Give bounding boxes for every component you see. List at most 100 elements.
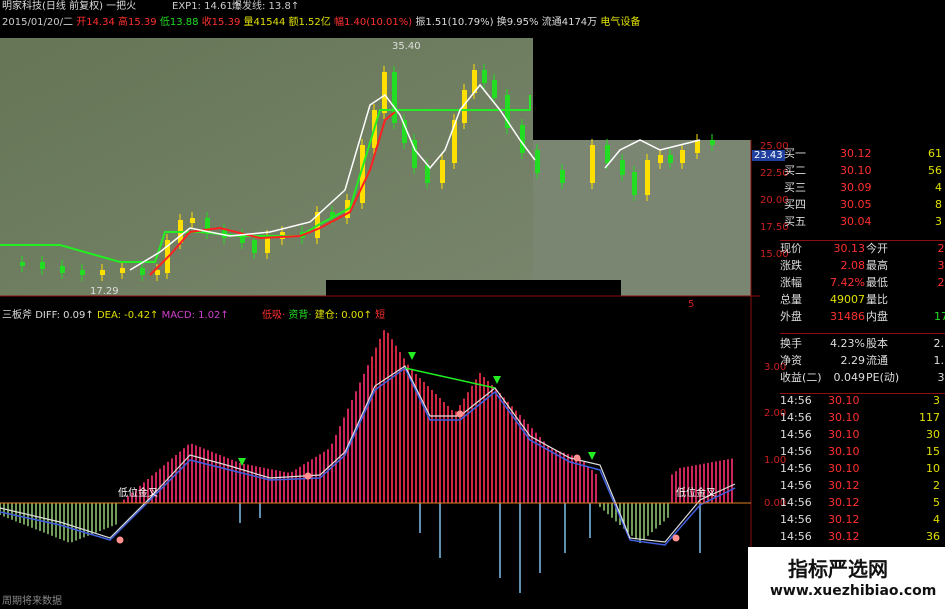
tick-volume: 2	[933, 479, 940, 492]
macd-indicator	[0, 330, 736, 593]
candle-body	[440, 160, 445, 183]
quote-panel: 买一 30.12 61 买二 30.10 56 买三 30.09 4 买四 30.05 8 买五 30.0…	[780, 145, 945, 609]
bid-volume: 3	[935, 215, 942, 228]
bottom-hint: 周期将来数据	[2, 596, 62, 607]
stat-label-2: 最低	[866, 276, 888, 289]
stat-row: 总量49007量比0.99	[780, 291, 945, 308]
candle-body	[520, 125, 525, 153]
fund-value: 0.049	[833, 371, 866, 384]
fund-row: 净资 2.29流通 1.16亿	[780, 352, 945, 369]
tick-volume: 5	[933, 496, 940, 509]
bid-price: 30.10	[840, 164, 872, 177]
candle-body	[535, 150, 540, 173]
macd-value: MACD: 1.02↑	[161, 310, 229, 321]
tick-row: 14:5630.1030S	[780, 426, 945, 443]
tick-row: 14:5630.1010S	[780, 460, 945, 477]
bid-row: 买三 30.09 4	[780, 179, 945, 196]
diff-value: DIFF: 0.09↑	[35, 310, 94, 321]
max-price-label: 35.40	[392, 41, 421, 52]
candle-body	[100, 270, 105, 275]
tick-time: 14:56	[780, 530, 812, 543]
bid-label: 买五	[784, 215, 806, 228]
tick-volume: 15	[926, 445, 940, 458]
min-price-label: 17.29	[90, 286, 119, 297]
bid-volume: 4	[935, 181, 942, 194]
candle-body	[632, 172, 637, 195]
candle-body	[668, 155, 673, 163]
candle-body	[40, 262, 45, 269]
candle-body	[20, 262, 25, 266]
tick-volume: 117	[919, 411, 940, 424]
stat-value: 31486	[830, 310, 865, 323]
candle-body	[80, 270, 85, 275]
cross-marker-icon	[304, 472, 312, 480]
tick-row: 14:5630.125B	[780, 494, 945, 511]
annotation-low-cross-2: 低位金叉	[676, 488, 716, 499]
tick-volume: 3	[933, 394, 940, 407]
tick-price: 30.12	[828, 530, 860, 543]
tick-time: 14:56	[780, 445, 812, 458]
legend-t1: 低吸·	[262, 310, 286, 321]
legend-t3: 建仓: 0.00↑	[314, 310, 372, 321]
price-panel-bg-right	[533, 140, 751, 296]
tick-time: 14:56	[780, 513, 812, 526]
divergence-line	[404, 367, 496, 389]
stat-label: 现价	[780, 242, 802, 255]
tick-time: 14:56	[780, 428, 812, 441]
bid-row: 买四 30.05 8	[780, 196, 945, 213]
stat-label-2: 今开	[866, 242, 888, 255]
cross-marker-icon	[573, 454, 581, 462]
fund-label: 净资	[780, 354, 802, 367]
legend-t4: 短	[375, 310, 386, 321]
tick-row: 14:5630.103B	[780, 392, 945, 409]
chart-canvas[interactable]	[0, 0, 760, 609]
bid-label: 买二	[784, 164, 806, 177]
stat-label-2: 内盘	[866, 310, 888, 323]
stat-label-2: 量比	[866, 293, 888, 306]
candle-body	[492, 80, 497, 98]
bid-label: 买四	[784, 198, 806, 211]
candle-body	[402, 120, 407, 143]
indicator-legend: 低吸· 资背· 建仓: 0.00↑ 短	[262, 310, 385, 322]
candle-body	[620, 160, 625, 175]
bid-row: 买一 30.12 61	[780, 145, 945, 162]
candle-body	[190, 218, 195, 223]
fund-label: 收益(二)	[780, 371, 822, 384]
candle-body	[482, 70, 487, 83]
fund-value: 2.29	[840, 354, 866, 367]
tick-price: 30.12	[828, 496, 860, 509]
candle-body	[710, 140, 715, 145]
fund-value-2: 2.18亿	[933, 337, 945, 350]
tick-price: 30.10	[828, 411, 860, 424]
tick-time: 14:56	[780, 479, 812, 492]
candle-body	[252, 240, 257, 253]
cross-marker-icon	[456, 410, 464, 418]
stat-value-2: 27.93	[937, 276, 945, 289]
stat-value-2: 17521	[934, 310, 945, 323]
tick-price: 30.12	[828, 479, 860, 492]
stat-label: 涨跌	[780, 259, 802, 272]
indicator-name: 三板斧	[2, 310, 32, 321]
legend-t2: 资背·	[288, 310, 312, 321]
tick-price: 30.10	[828, 462, 860, 475]
stat-row: 涨幅 7.42%最低 27.93	[780, 274, 945, 291]
tick-row: 14:5630.1236S	[780, 528, 945, 545]
candle-body	[60, 266, 65, 273]
tick-row: 14:5630.10117B	[780, 409, 945, 426]
bid-price: 30.05	[840, 198, 872, 211]
bid-row: 买二 30.10 56	[780, 162, 945, 179]
bid-volume: 56	[928, 164, 942, 177]
tick-time: 14:56	[780, 394, 812, 407]
bid-price: 30.09	[840, 181, 872, 194]
candle-body	[680, 150, 685, 163]
tick-row: 14:5630.122B	[780, 477, 945, 494]
bid-row: 买五 30.04 3	[780, 213, 945, 230]
stat-value: 49007	[830, 293, 865, 306]
cross-marker-icon	[116, 536, 124, 544]
candle-body	[695, 140, 700, 153]
watermark: 指标严选网 www.xuezhibiao.com	[748, 547, 945, 609]
stat-value-2: 27.93	[937, 242, 945, 255]
candle-body	[140, 268, 145, 275]
stock-chart-app: 明家科技(日线 前复权) 一把火 EXP1: 14.61↑ 爆发线: 13.8↑…	[0, 0, 945, 609]
sell-arrow-icon	[588, 452, 596, 460]
